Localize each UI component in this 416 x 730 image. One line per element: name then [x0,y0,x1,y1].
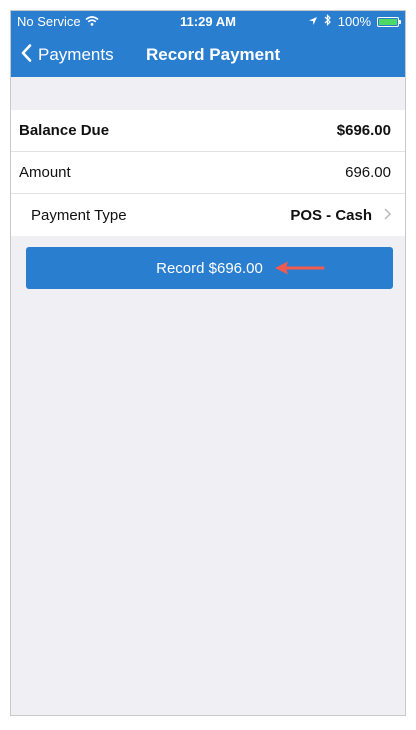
location-icon [308,11,318,33]
amount-value[interactable]: 696.00 [345,164,391,181]
record-payment-label: Record $696.00 [156,259,263,277]
battery-icon [377,17,401,27]
payment-details-list: Balance Due $696.00 Amount 696.00 Paymen… [11,110,405,236]
balance-due-row: Balance Due $696.00 [11,110,405,152]
amount-label: Amount [19,164,71,181]
payment-type-row[interactable]: Payment Type POS - Cash [11,194,405,236]
status-right: 100% [308,11,401,33]
balance-due-label: Balance Due [19,122,110,139]
back-button[interactable]: Payments [21,33,114,77]
page-title: Record Payment [146,45,281,64]
amount-row[interactable]: Amount 696.00 [11,152,405,194]
payment-type-label: Payment Type [31,206,127,224]
top-bar: No Service 11:29 AM 100% Payments Record… [11,11,405,77]
balance-due-value: $696.00 [336,122,391,139]
battery-percent: 100% [337,14,371,29]
chevron-left-icon [21,43,32,67]
payment-type-value: POS - Cash [290,206,372,224]
chevron-right-icon [384,207,392,223]
navigation-bar: Payments Record Payment [11,33,405,77]
status-bar: No Service 11:29 AM 100% [11,11,405,33]
back-label: Payments [38,45,114,64]
payment-type-value-wrap: POS - Cash [290,206,392,224]
bluetooth-icon [324,11,332,33]
record-payment-button[interactable]: Record $696.00 [26,247,393,289]
arrow-left-icon [275,261,325,275]
phone-screen: No Service 11:29 AM 100% Payments Record… [10,10,406,716]
